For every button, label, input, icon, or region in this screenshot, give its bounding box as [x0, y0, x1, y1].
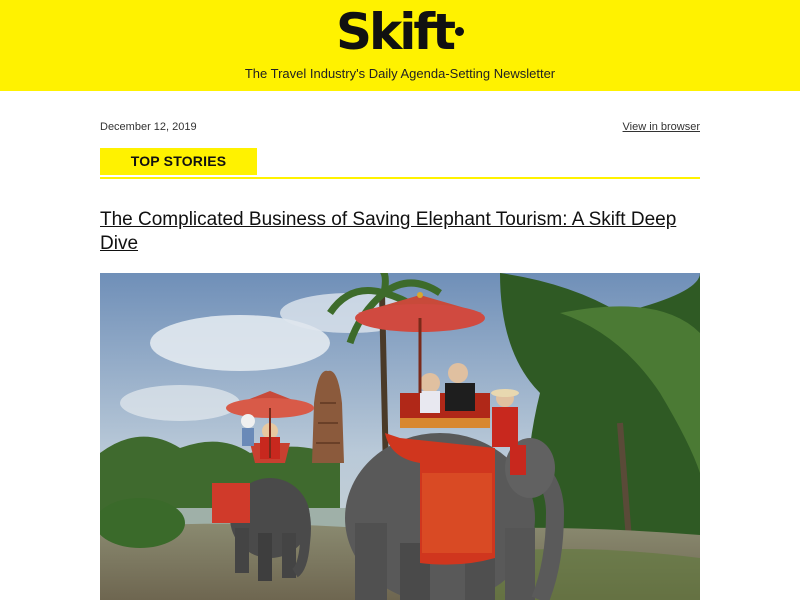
- article-headline[interactable]: The Complicated Business of Saving Eleph…: [100, 208, 700, 256]
- section-header: TOP STORIES: [100, 148, 700, 179]
- view-in-browser-link[interactable]: View in browser: [623, 121, 700, 133]
- logo-text: Skift: [335, 3, 456, 61]
- article-image[interactable]: [100, 273, 700, 600]
- newsletter-header: Skift The Travel Industry's Daily Agenda…: [0, 0, 800, 91]
- section-label: TOP STORIES: [100, 148, 257, 175]
- tagline: The Travel Industry's Daily Agenda-Setti…: [244, 66, 556, 81]
- elephant-photo-icon: [100, 273, 700, 600]
- skift-logo[interactable]: Skift: [0, 4, 800, 60]
- issue-date: December 12, 2019: [100, 121, 197, 133]
- logo-dot-icon: [455, 27, 465, 36]
